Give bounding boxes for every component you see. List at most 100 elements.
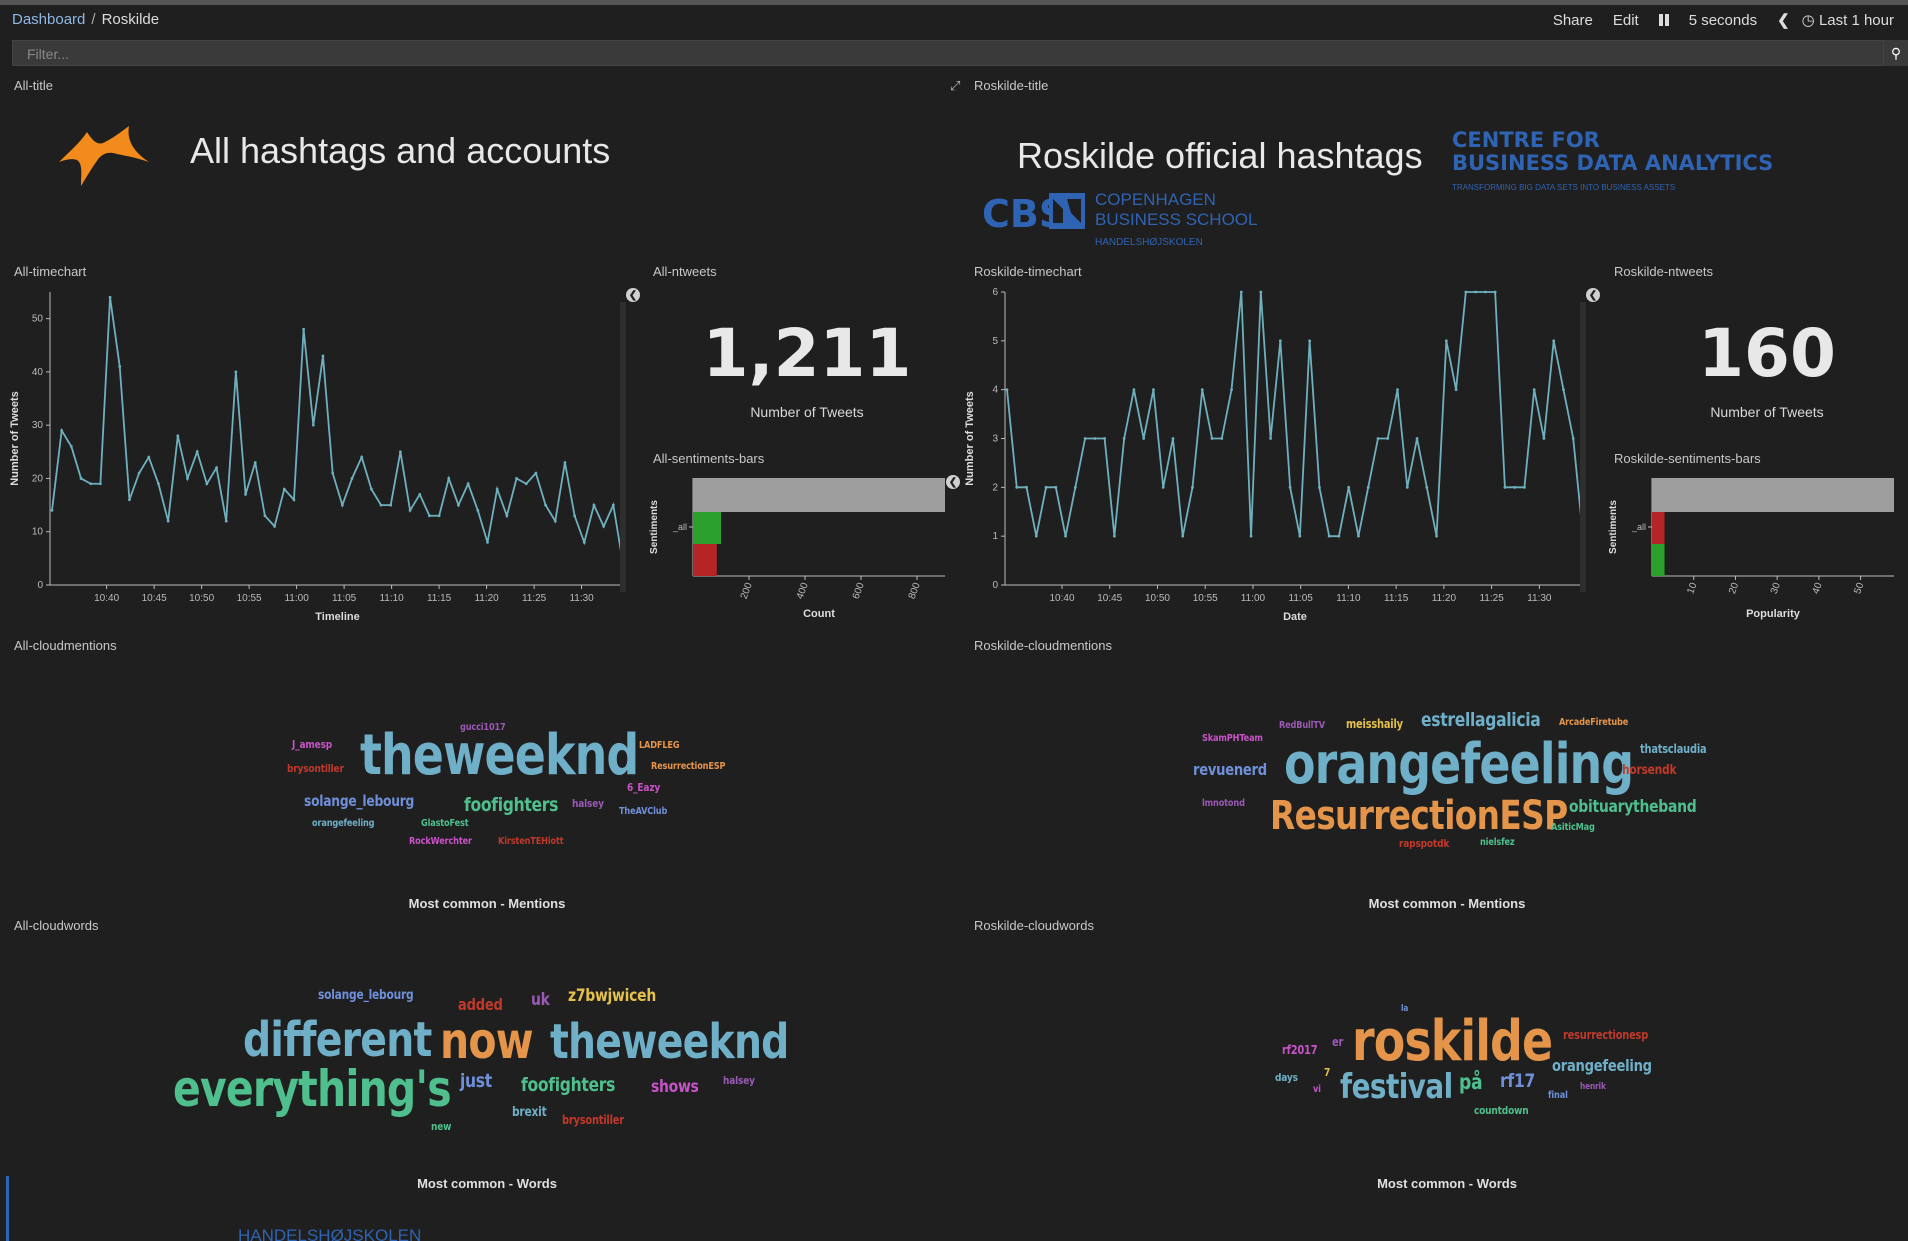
breadcrumb-separator: / [91,11,96,28]
cloud-word[interactable]: shows [651,1077,699,1097]
cloud-word[interactable]: solange_lebourg [304,792,414,810]
data-point [447,477,451,480]
roskilde-timechart-scrollbar[interactable] [1580,302,1586,592]
all-sentiments-legend-toggle[interactable]: ❮ [946,475,960,489]
cloud-word[interactable]: vi [1313,1084,1321,1095]
cloud-word[interactable]: revuenerd [1193,760,1267,779]
cloud-word[interactable]: ResurrectionESP [1270,793,1568,839]
cloud-word[interactable]: solange_lebourg [318,988,414,1003]
pause-icon [1658,14,1669,26]
cloud-word[interactable]: foofighters [521,1074,615,1096]
cloud-word[interactable]: brysontiller [562,1113,624,1127]
cloud-word[interactable]: rf2017 [1282,1043,1318,1057]
pause-button[interactable]: 5 seconds [1658,12,1757,29]
cloud-word[interactable]: lmnotond [1202,798,1245,809]
expand-icon[interactable]: ⤢ [950,78,960,94]
cloud-word[interactable]: gucci1017 [460,722,506,733]
cloud-word[interactable]: AsiticMag [1551,822,1595,833]
time-picker-button[interactable]: ◷ Last 1 hour [1802,11,1894,29]
cbda-logo-tagline: TRANSFORMING BIG DATA SETS INTO BUSINESS… [1452,183,1676,192]
cloud-word[interactable]: obituarytheband [1569,797,1697,817]
cloud-word[interactable]: KirstenTEHiott [498,836,564,847]
cloud-word[interactable]: orangefeeling [1284,732,1634,797]
cloud-word[interactable]: halsey [572,797,604,810]
cloud-word[interactable]: roskilde [1352,1009,1553,1074]
roskilde-cloudmentions-label: Most common - Mentions [1368,896,1526,911]
cloud-word[interactable]: halsey [723,1074,755,1087]
cloud-word[interactable]: just [460,1070,492,1092]
cbda-logo-line1: CENTRE FOR [1452,128,1600,152]
cloud-word[interactable]: TheAVClub [619,806,667,817]
cloud-word[interactable]: z7bwjwiceh [568,986,656,1006]
cloud-word[interactable]: GlastoFest [421,818,469,829]
cloud-word[interactable]: horsendk [1622,763,1677,778]
breadcrumb-dashboard-link[interactable]: Dashboard [12,11,85,28]
cloud-word[interactable]: countdown [1474,1104,1529,1117]
cloud-word[interactable]: everything's [173,1060,452,1118]
cloud-word[interactable]: LADFLEG [639,740,680,751]
time-back-button[interactable]: ❮ [1777,11,1790,29]
cloud-word[interactable]: RedBullTV [1279,720,1325,731]
cloud-word[interactable]: RockWerchter [409,836,472,847]
breadcrumb-current: Roskilde [101,11,160,28]
y-tick-label: 2 [992,482,998,493]
data-point [282,487,286,491]
data-point [60,429,64,432]
cloud-word[interactable]: new [431,1120,452,1133]
data-point [1308,339,1312,343]
cloud-word[interactable]: 6_Eazy [627,781,660,794]
cloud-word[interactable]: J_amesp [292,738,332,751]
share-button[interactable]: Share [1553,12,1593,29]
data-point [602,525,606,528]
cloud-word[interactable]: ArcadeFiretube [1559,717,1628,728]
cloud-word[interactable]: thatsclaudia [1640,742,1707,756]
time-range-label: Last 1 hour [1818,12,1894,29]
roskilde-timechart: 0 1 2 3 4 5 6 10:40 10:45 10:50 10:55 11:00 11:05 11:… [964,287,1585,623]
cloud-word[interactable]: brexit [512,1105,547,1120]
edit-button[interactable]: Edit [1613,12,1639,29]
data-point [1122,437,1126,440]
y-axis-title: Sentiments [649,500,660,554]
cloud-word[interactable]: festival [1340,1067,1453,1107]
cloud-word[interactable]: days [1275,1071,1298,1084]
all-timechart-legend-toggle[interactable]: ❮ [626,288,640,302]
cloud-word[interactable]: 7 [1324,1066,1330,1079]
bottom-logo-handels: HANDELSHØJSKOLEN [238,1226,422,1241]
cloud-word[interactable]: now [440,1012,534,1070]
clock-icon: ◷ [1801,12,1815,29]
cloud-word[interactable]: foofighters [464,794,558,816]
data-point [1025,485,1028,489]
x-tick-label: 30 [1769,581,1783,596]
cloud-word[interactable]: nielsfez [1480,837,1515,848]
interval-label[interactable]: 5 seconds [1689,12,1757,29]
cloud-word[interactable]: orangefeeling [1552,1056,1652,1075]
data-point [1259,290,1263,294]
cloud-word[interactable]: ResurrectionESP [651,761,726,772]
cloud-word[interactable]: uk [531,990,550,1010]
cloud-word[interactable]: rapspotdk [1399,837,1449,850]
roskilde-timechart-legend-toggle[interactable]: ❮ [1586,288,1600,302]
cloud-word[interactable]: theweeknd [550,1014,789,1070]
cloud-word[interactable]: er [1332,1035,1343,1049]
y-tick-label: 6 [992,287,998,298]
cloud-word[interactable]: brysontiller [287,762,344,775]
data-point [224,519,228,523]
cloud-word[interactable]: final [1548,1090,1568,1101]
cloud-word[interactable]: SkamPHTeam [1202,733,1263,744]
data-point [128,498,131,502]
cloud-word[interactable]: rf17 [1500,1070,1535,1092]
all-timechart-scrollbar[interactable] [620,302,626,592]
cloud-word[interactable]: meisshaily [1346,717,1403,731]
sentiment-bar [1652,478,1894,512]
cloud-word[interactable]: henrik [1580,1082,1606,1092]
cloud-word[interactable]: på [1459,1070,1483,1094]
cloud-word[interactable]: orangefeeling [312,818,375,829]
cloud-word[interactable]: estrellagalicia [1421,709,1541,731]
y-tick-label: 0 [37,580,43,591]
cloud-word[interactable]: resurrectionesp [1563,1028,1648,1042]
x-tick-label: 10:40 [1049,593,1074,604]
data-point [302,327,306,331]
filter-input[interactable] [13,41,1889,67]
data-point [1532,388,1536,392]
filter-search-button[interactable]: ⚲ [1884,40,1908,66]
